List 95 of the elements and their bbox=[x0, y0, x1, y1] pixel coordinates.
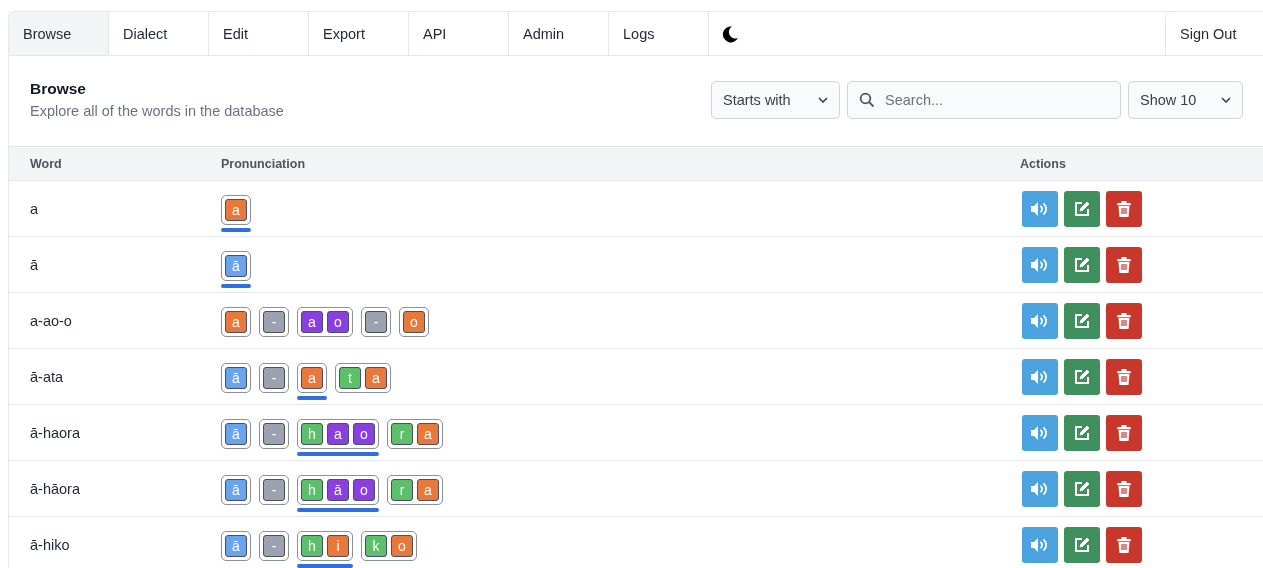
trash-icon bbox=[1117, 312, 1131, 329]
edit-button[interactable] bbox=[1064, 246, 1100, 283]
word-text: ā-ata bbox=[30, 368, 64, 385]
letter-tile: - bbox=[263, 534, 285, 557]
trash-icon bbox=[1117, 200, 1131, 217]
edit-button[interactable] bbox=[1064, 358, 1100, 395]
edit-icon bbox=[1074, 480, 1090, 497]
letter-tile: o bbox=[403, 310, 425, 333]
page-size-dropdown[interactable]: Show 10 bbox=[1128, 81, 1243, 119]
trash-icon bbox=[1117, 536, 1131, 553]
play-audio-button[interactable] bbox=[1022, 246, 1058, 283]
letter-tile: ā bbox=[225, 254, 247, 277]
edit-icon bbox=[1074, 536, 1090, 553]
letter-tile: ā bbox=[225, 478, 247, 501]
play-audio-button[interactable] bbox=[1022, 526, 1058, 563]
match-mode-dropdown[interactable]: Starts with bbox=[711, 81, 840, 119]
play-audio-button[interactable] bbox=[1022, 302, 1058, 339]
letter-tile: - bbox=[365, 310, 387, 333]
play-audio-button[interactable] bbox=[1022, 470, 1058, 507]
letter-tile: a bbox=[225, 198, 247, 221]
word-text: ā bbox=[30, 256, 39, 273]
column-header: Word bbox=[30, 156, 62, 171]
delete-button[interactable] bbox=[1106, 302, 1142, 339]
delete-button[interactable] bbox=[1106, 470, 1142, 507]
letter-tile: r bbox=[391, 478, 413, 501]
letter-tile: o bbox=[327, 310, 349, 333]
speaker-icon bbox=[1030, 256, 1050, 273]
letter-tile: a bbox=[365, 366, 387, 389]
letter-tile: r bbox=[391, 422, 413, 445]
word-text: ā-haora bbox=[30, 424, 80, 441]
edit-icon bbox=[1074, 200, 1090, 217]
speaker-icon bbox=[1030, 480, 1050, 497]
delete-button[interactable] bbox=[1106, 414, 1142, 451]
edit-icon bbox=[1074, 424, 1090, 441]
letter-tile: o bbox=[391, 534, 413, 557]
letter-tile: h bbox=[301, 478, 323, 501]
letter-tile: o bbox=[353, 422, 375, 445]
letter-tile: o bbox=[353, 478, 375, 501]
edit-button[interactable] bbox=[1064, 470, 1100, 507]
speaker-icon bbox=[1030, 200, 1050, 217]
letter-tile: ā bbox=[225, 366, 247, 389]
word-text: a bbox=[30, 200, 39, 217]
letter-tile: ā bbox=[225, 422, 247, 445]
speaker-icon bbox=[1030, 368, 1050, 385]
edit-button[interactable] bbox=[1064, 302, 1100, 339]
letter-tile: a bbox=[417, 478, 439, 501]
speaker-icon bbox=[1030, 312, 1050, 329]
letter-tile: ā bbox=[225, 534, 247, 557]
chevron-down-icon bbox=[818, 97, 828, 103]
letter-tile: - bbox=[263, 422, 285, 445]
letter-tile: h bbox=[301, 422, 323, 445]
speaker-icon bbox=[1030, 536, 1050, 553]
trash-icon bbox=[1117, 424, 1131, 441]
trash-icon bbox=[1117, 480, 1131, 497]
delete-button[interactable] bbox=[1106, 526, 1142, 563]
play-audio-button[interactable] bbox=[1022, 358, 1058, 395]
delete-button[interactable] bbox=[1106, 358, 1142, 395]
letter-tile: a bbox=[301, 310, 323, 333]
letter-tile: a bbox=[327, 422, 349, 445]
trash-icon bbox=[1117, 368, 1131, 385]
speaker-icon bbox=[1030, 424, 1050, 441]
letter-tile: - bbox=[263, 310, 285, 333]
nav-tab[interactable]: Browse bbox=[9, 12, 109, 55]
letter-tile: a bbox=[417, 422, 439, 445]
trash-icon bbox=[1117, 256, 1131, 273]
page-title: Browse bbox=[30, 79, 87, 98]
page-subtitle: Explore all of the words in the database bbox=[30, 102, 284, 119]
edit-icon bbox=[1074, 368, 1090, 385]
delete-button[interactable] bbox=[1106, 246, 1142, 283]
search-field[interactable]: Search... bbox=[847, 81, 1121, 119]
letter-tile: t bbox=[339, 366, 361, 389]
word-text: ā-hāora bbox=[30, 480, 80, 497]
edit-icon bbox=[1074, 312, 1090, 329]
word-text: a-ao-o bbox=[30, 312, 72, 329]
letter-tile: - bbox=[263, 478, 285, 501]
edit-icon bbox=[1074, 256, 1090, 273]
edit-button[interactable] bbox=[1064, 414, 1100, 451]
letter-tile: - bbox=[263, 366, 285, 389]
letter-tile: a bbox=[225, 310, 247, 333]
letter-tile: i bbox=[327, 534, 349, 557]
edit-button[interactable] bbox=[1064, 526, 1100, 563]
play-audio-button[interactable] bbox=[1022, 190, 1058, 227]
chevron-down-icon bbox=[1221, 97, 1231, 103]
edit-button[interactable] bbox=[1064, 190, 1100, 227]
delete-button[interactable] bbox=[1106, 190, 1142, 227]
search-icon bbox=[859, 92, 875, 108]
letter-tile: k bbox=[365, 534, 387, 557]
column-header: Pronunciation bbox=[221, 156, 306, 171]
letter-tile: ā bbox=[327, 478, 349, 501]
word-text: ā-hiko bbox=[30, 536, 70, 553]
letter-tile: h bbox=[301, 534, 323, 557]
column-header: Actions bbox=[1020, 156, 1066, 171]
moon-icon bbox=[721, 24, 739, 43]
play-audio-button[interactable] bbox=[1022, 414, 1058, 451]
letter-tile: a bbox=[301, 366, 323, 389]
